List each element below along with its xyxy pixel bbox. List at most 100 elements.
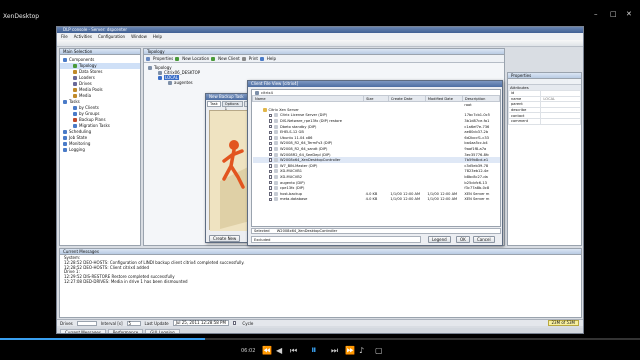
file-icon — [274, 141, 278, 146]
property-key: comment — [507, 118, 542, 125]
drives-icon — [73, 82, 77, 86]
bottom-tab-performance[interactable]: Performance — [107, 328, 144, 333]
message-line: 12:27:08 DED-DRIVES: Media in drive 1 ha… — [64, 278, 188, 284]
drives-select[interactable] — [76, 320, 97, 326]
file-checkbox[interactable] — [268, 152, 272, 157]
table-row[interactable]: meta-database 4.0 KB 1/1/00 12:00 AM 1/1/00… — [253, 197, 500, 203]
file-checkbox[interactable] — [268, 136, 272, 140]
file-checkbox[interactable] — [268, 164, 272, 168]
close-icon[interactable]: ✕ — [626, 10, 632, 18]
new-location-icon — [175, 56, 180, 61]
new-client-button[interactable]: New Client — [211, 56, 240, 61]
cycle-label: Cycle — [242, 320, 254, 326]
file-checkbox[interactable] — [268, 169, 272, 174]
loaders-icon — [73, 76, 77, 80]
monitoring-icon — [63, 142, 67, 146]
migration-tasks-icon — [73, 124, 77, 128]
menu-item-window[interactable]: Window — [131, 34, 147, 39]
rewind-icon[interactable]: ⏪ — [262, 346, 272, 355]
property-row[interactable]: comment — [507, 118, 581, 125]
legend-button[interactable]: Legend — [428, 236, 451, 243]
help-icon — [259, 56, 264, 61]
modified-cell: 1/1/00 12:00 AM — [427, 191, 458, 196]
file-checkbox[interactable] — [268, 119, 272, 123]
by-groups-icon — [73, 112, 77, 116]
client-file-view-title: Client File View [citrix4] — [248, 81, 502, 87]
create-cell: 1/1/00 12:00 AM — [390, 197, 421, 202]
help-button[interactable]: Help — [259, 56, 276, 61]
backup-tab-0[interactable]: Task — [207, 101, 221, 107]
job-state-icon — [63, 136, 67, 140]
topology-icon — [73, 64, 77, 68]
selected-value: W2008x64_XenDesktopController — [276, 229, 338, 233]
menu-item-activities[interactable]: Activities — [74, 34, 92, 39]
menu-item-file[interactable]: File — [61, 34, 68, 39]
excluded-field[interactable]: Excluded — [251, 236, 421, 243]
file-icon — [274, 158, 278, 163]
components-icon — [63, 58, 67, 62]
data-stores-icon — [73, 70, 77, 74]
tree-item-logging[interactable]: Logging — [60, 147, 140, 153]
client-file-view-dialog: Client File View [citrix4] citrix4 Name S… — [247, 80, 503, 246]
file-icon — [274, 180, 278, 185]
file-view-table: Name Size Create Date Modified Date Descript… — [252, 95, 500, 202]
messages-log: System: 12:28:52 DEO-HOSTS: Configuration… — [60, 255, 581, 285]
tasks-icon — [63, 100, 67, 104]
menu-item-help[interactable]: Help — [153, 34, 162, 39]
player-top-bar: XenDesktop – □ ✕ — [0, 0, 640, 26]
file-checkbox[interactable] — [268, 180, 272, 185]
interval-input[interactable]: 5 — [126, 320, 141, 326]
minimize-icon[interactable]: – — [594, 10, 598, 18]
ok-button[interactable]: OK — [456, 236, 470, 243]
topology-toolbar: Properties New Location New Client Print Hel… — [144, 55, 504, 63]
file-checkbox[interactable] — [268, 192, 272, 196]
fullscreen-icon[interactable]: ▢ — [375, 346, 383, 355]
dlp-console-window: DLP console - Server: dspcenter File Acti… — [56, 26, 584, 334]
selected-field: Selected W2008x64_XenDesktopController — [251, 228, 501, 234]
desc-cell: XEN Server m — [464, 197, 490, 202]
next-icon[interactable]: ⏭ — [331, 346, 338, 356]
file-checkbox[interactable] — [268, 147, 272, 151]
file-checkbox[interactable] — [268, 113, 272, 118]
file-icon — [274, 124, 278, 129]
menu-item-configuration[interactable]: Configuration — [98, 34, 125, 39]
forward-icon[interactable]: ⏩ — [345, 346, 355, 355]
back-icon[interactable]: ◀ — [276, 346, 282, 355]
folder-icon — [262, 107, 267, 112]
file-icon — [274, 169, 278, 174]
main-selection-tree: Components Topology Data Stores Loaders Driv… — [60, 55, 140, 153]
play-pause-icon[interactable]: ⏸ — [311, 343, 317, 357]
properties-icon — [146, 56, 150, 61]
file-view-table-area: citrix4 Name Size Create Date Modified Date… — [251, 89, 501, 227]
media-pools-icon — [73, 88, 77, 92]
bottom-tab-current-messages[interactable]: Current Messages — [60, 328, 106, 333]
file-checkbox[interactable] — [268, 141, 272, 146]
maximize-icon[interactable]: □ — [610, 10, 617, 18]
backup-plans-icon — [73, 118, 77, 122]
properties-button[interactable]: Properties — [146, 56, 173, 61]
file-checkbox[interactable] — [268, 197, 272, 202]
file-icon — [274, 147, 278, 152]
cycle-checkbox[interactable] — [232, 321, 237, 325]
file-checkbox[interactable] — [268, 175, 272, 179]
prev-icon[interactable]: ⏮ — [290, 346, 297, 356]
cancel-button[interactable]: Cancel — [473, 236, 495, 243]
print-button[interactable]: Print — [241, 56, 258, 61]
file-checkbox[interactable] — [268, 186, 272, 190]
bottom-tab-gui-logging[interactable]: GUI Logging — [145, 328, 180, 333]
bottom-tabs: Current Messages Performance GUI Logging — [57, 328, 583, 333]
current-messages-panel: Current Messages System: 12:28:52 DEO-HOS… — [59, 248, 582, 318]
file-icon — [274, 130, 278, 135]
backup-tab-1[interactable]: Options 1 — [221, 101, 243, 111]
new-location-button[interactable]: New Location — [175, 56, 209, 61]
volume-icon[interactable]: ♪ — [359, 346, 364, 355]
properties-table: id name LOCAL parent describe contact comment — [507, 90, 581, 125]
file-icon — [274, 152, 278, 157]
new-client-icon — [211, 56, 216, 61]
create-new-button[interactable]: Create New — [209, 235, 241, 242]
name-cell: meta-database — [253, 197, 364, 203]
file-checkbox[interactable] — [268, 130, 272, 135]
main-selection-panel: Main Selection Components Topology Data St… — [59, 48, 141, 246]
file-checkbox[interactable] — [268, 158, 272, 162]
file-checkbox[interactable] — [268, 124, 272, 129]
